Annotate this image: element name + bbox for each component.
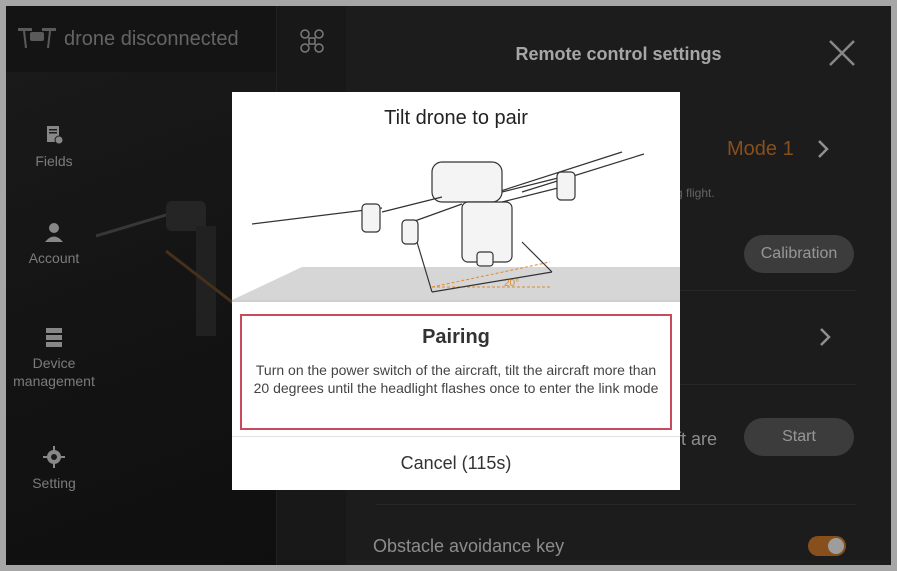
dialog-title: Tilt drone to pair <box>384 107 528 129</box>
pairing-title: Pairing <box>422 326 490 348</box>
cancel-button[interactable]: Cancel (115s) <box>232 437 680 490</box>
tilt-drone-illustration: 20° <box>232 151 680 302</box>
pairing-description: Turn on the power switch of the aircraft… <box>253 362 659 396</box>
pairing-dialog: Tilt drone to pair 20° Pairing Turn on t… <box>232 92 680 490</box>
pairing-info-box: Pairing Turn on the power switch of the … <box>240 314 672 430</box>
